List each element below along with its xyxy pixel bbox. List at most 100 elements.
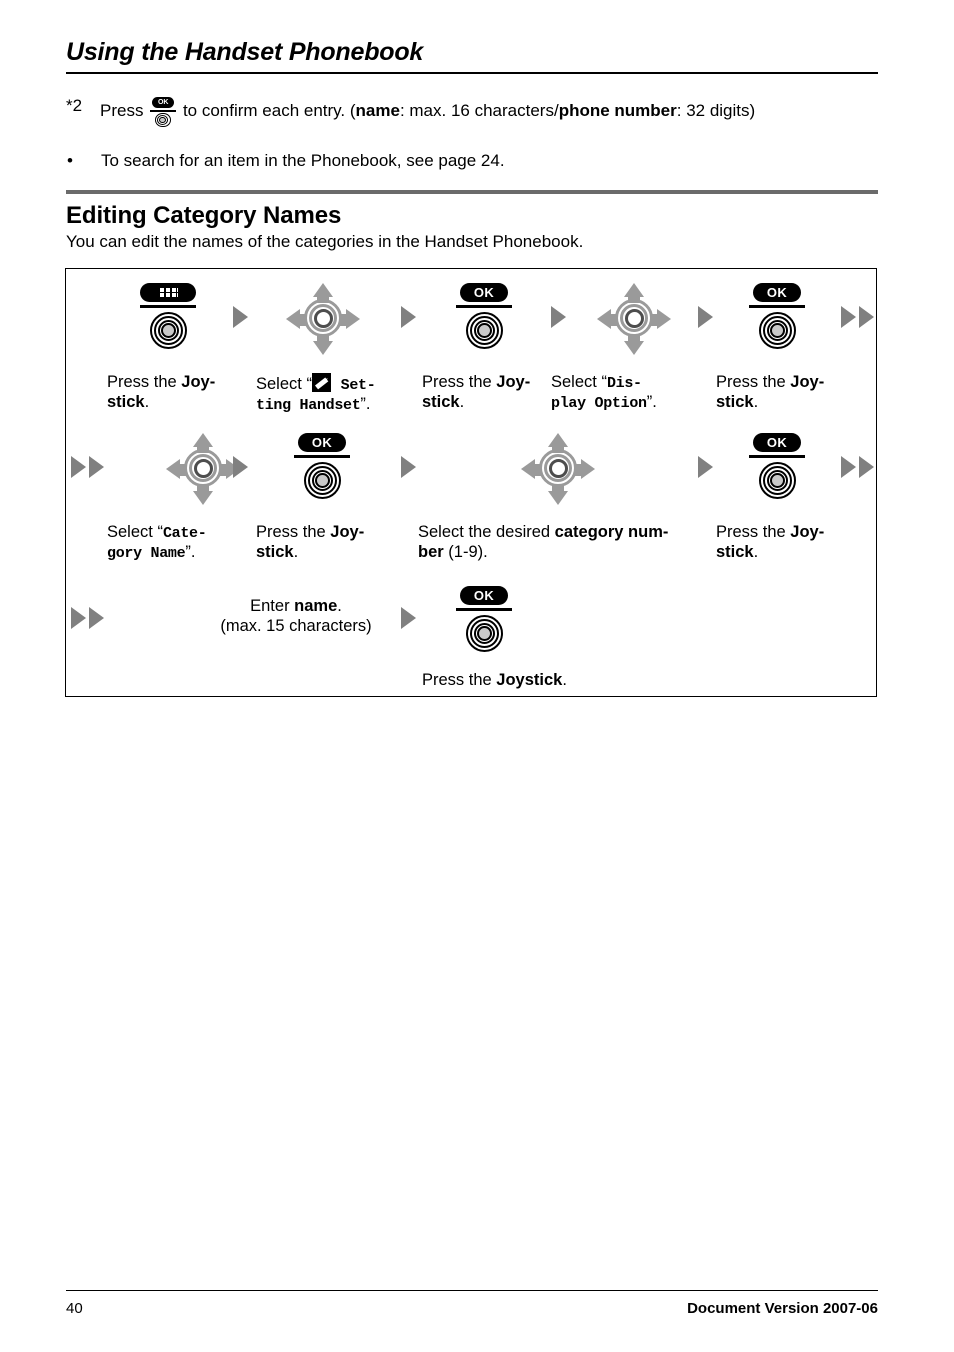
flow-caption-10-enter-name: Enter name. (max. 15 characters) [161,597,431,637]
note-text-after-1: to confirm each entry. ( [182,101,356,120]
caption-text: Select the desired [418,523,555,541]
note-item-footnote: *2 Press OK to confirm each entry. (name… [66,96,878,128]
flow-arrow-separator [551,306,566,328]
flow-caption-1: Press the Joy-stick. [107,373,227,413]
navigation-joystick-icon [597,283,671,355]
caption-bold: Joy- [790,523,825,541]
note-text-after-2: : max. 16 characters/ [399,101,559,120]
joystick-rings [759,312,797,350]
flow-caption-11: Press the Joystick. [422,671,682,691]
caption-text: Press the [716,523,791,541]
section-description: You can edit the names of the categories… [66,232,584,252]
flow-caption-9: Press the Joy-stick. [716,523,838,563]
flow-step-press-joystick-4: OK [294,433,350,505]
ok-joystick-icon: OK [749,433,805,505]
caption-bold: Joy- [330,523,365,541]
bullet-text: To search for an item in the Phonebook, … [101,151,505,170]
caption-mono: ting Handset [256,397,361,414]
joystick-bar [456,305,512,308]
joystick-bar [749,305,805,308]
flow-arrow-wrap-end [841,306,874,328]
note-bold-name: name [355,101,400,120]
pencil-edit-icon [311,373,331,392]
flow-arrow-wrap-end [841,456,874,478]
joystick-rings [759,462,797,500]
joystick-rings [304,462,342,500]
flow-step-select-display-option [597,283,671,355]
caption-bold: Joy- [496,373,531,391]
flow-arrow-separator [698,456,713,478]
caption-text: Select “ [551,373,607,391]
caption-bold: stick [422,392,460,411]
caption-bold: name [294,597,338,615]
bullet-marker: • [67,151,73,170]
ok-joystick-icon: OK [150,97,177,128]
caption-text: (max. 15 characters) [220,616,372,635]
caption-text: . [293,542,299,561]
flow-arrow-separator [401,607,416,629]
flow-arrow-separator [233,456,248,478]
flow-caption-7: Press the Joy-stick. [256,523,386,563]
caption-mono: Dis- [606,375,642,392]
flow-caption-2: Select “ Set-ting Handset”. [256,373,416,415]
note-bold-phone-number: phone number [558,101,677,120]
joystick-bar [749,455,805,458]
caption-text: ”. [360,395,371,413]
flow-arrow-wrap-start [71,607,104,629]
caption-mono: gory Name [107,545,186,562]
flow-arrow-separator [233,306,248,328]
ok-pill-label: OK [460,586,508,605]
navigation-joystick-icon [286,283,360,355]
ok-pill-label: OK [298,433,346,452]
flow-caption-4: Select “Dis-play Option”. [551,373,711,413]
caption-text: . [562,671,567,689]
page-header: Using the Handset Phonebook [66,38,878,74]
footer-divider [66,1290,878,1291]
ok-joystick-icon: OK [294,433,350,505]
ok-joystick-icon: OK [456,586,512,658]
caption-text: Enter [250,597,295,615]
caption-text: . [144,392,150,411]
caption-mono: Cate- [162,525,207,542]
joystick-rings [150,312,188,350]
caption-bold: category num- [554,523,669,541]
caption-text: Press the [422,373,497,391]
flow-arrow-separator [401,456,416,478]
caption-text: Select “ [107,523,163,541]
page-title: Using the Handset Phonebook [66,38,424,66]
caption-text: Press the [256,523,331,541]
flow-step-select-setting-handset [286,283,360,355]
footer-row: 40 Document Version 2007-06 [66,1300,878,1317]
navigation-joystick-icon [521,433,595,505]
note-marker: *2 [66,96,83,115]
notes-block: *2 Press OK to confirm each entry. (name… [66,97,878,169]
flow-arrow-separator [698,306,713,328]
flow-step-press-joystick-1 [140,283,196,355]
caption-text: ”. [646,393,657,411]
footer-document-version: Document Version 2007-06 [687,1300,878,1317]
joystick-rings [466,312,504,350]
caption-text: Press the [107,373,182,391]
header-divider [66,72,878,74]
flow-step-press-joystick-3: OK [749,283,805,355]
joystick-bar [456,608,512,611]
flow-caption-5: Press the Joy-stick. [716,373,838,413]
ok-joystick-icon: OK [456,283,512,355]
menu-button-pill [140,283,196,302]
note-text-before: Press [100,101,144,120]
ok-pill-label: OK [152,97,175,108]
note-text: Press OK to confirm each entry. (name: m… [100,97,878,128]
navigation-joystick-icon [166,433,240,505]
caption-bold: Joystick [496,671,563,689]
caption-text: . [459,392,465,411]
ok-pill-label: OK [460,283,508,302]
procedure-flow-diagram: Press the Joy-stick. Select “ Set-ting H… [65,268,877,697]
flow-step-press-joystick-6: OK [456,586,512,658]
ok-joystick-icon: OK [749,283,805,355]
caption-text: Press the [716,373,791,391]
page-footer: 40 Document Version 2007-06 [66,1290,878,1317]
joystick-bar [150,109,177,112]
flow-caption-8: Select the desired category num-ber (1-9… [418,523,693,563]
ok-pill-label: OK [753,283,801,302]
caption-mono: play Option [551,395,647,412]
